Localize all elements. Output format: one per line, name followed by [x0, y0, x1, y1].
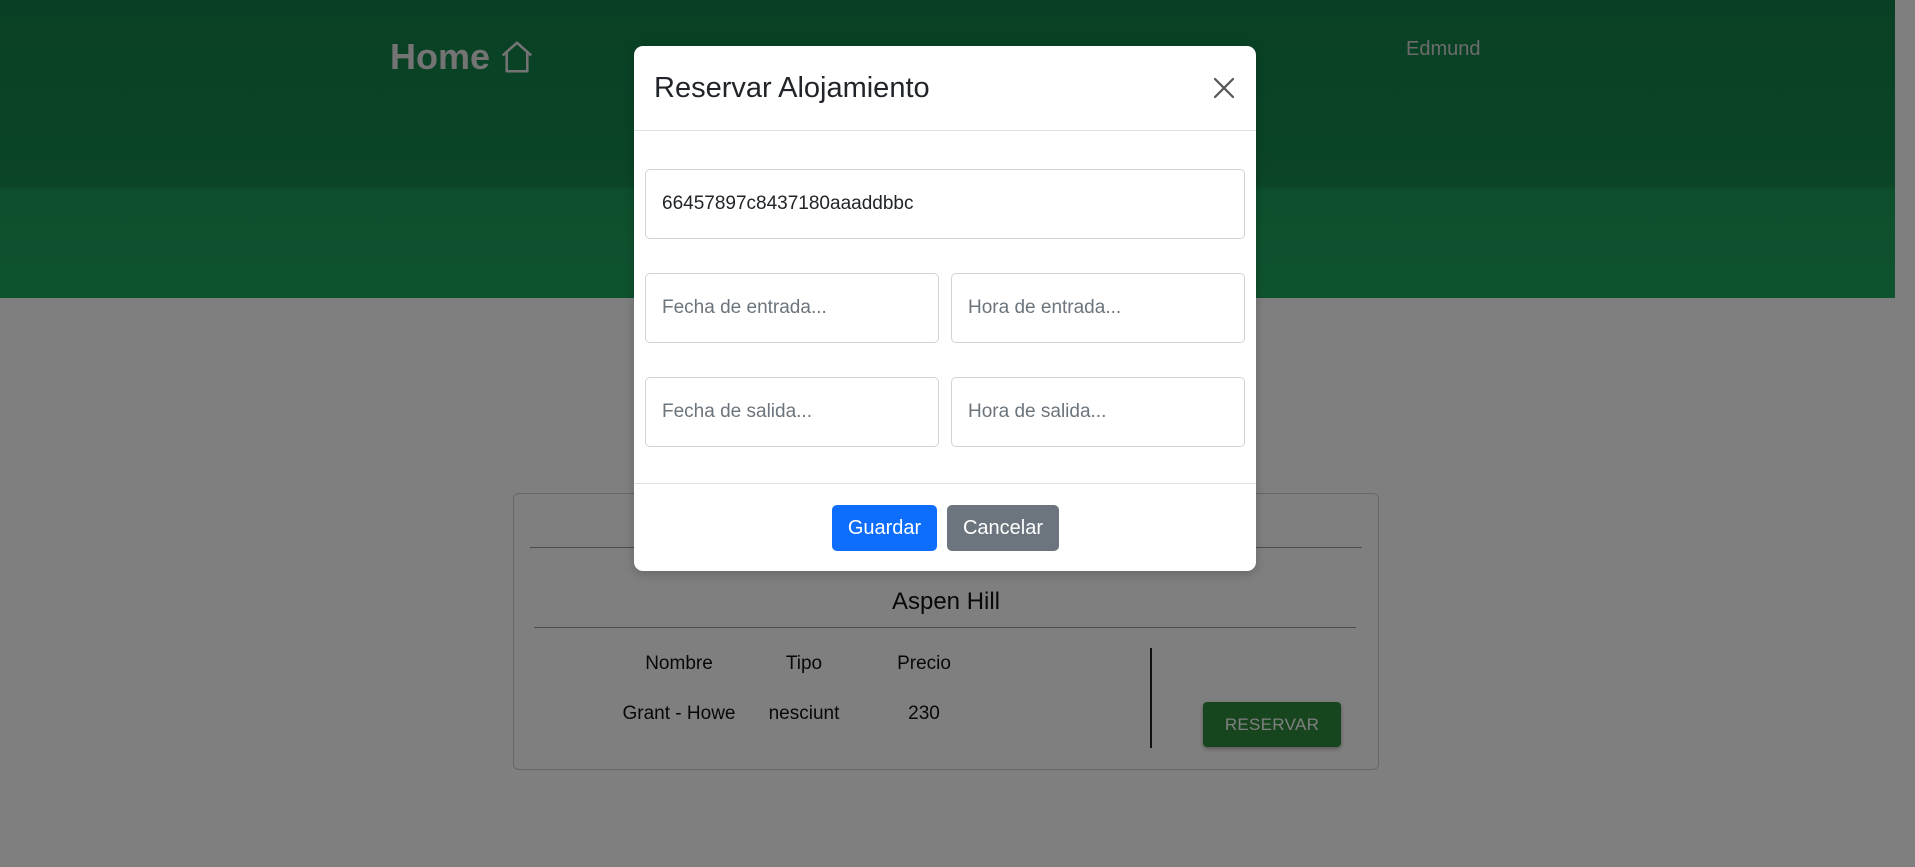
save-button[interactable]: Guardar: [832, 505, 937, 551]
check-in-date-field[interactable]: [645, 273, 939, 343]
accommodation-id-field[interactable]: [645, 169, 1245, 239]
check-out-time-field[interactable]: [951, 377, 1245, 447]
check-out-date-field[interactable]: [645, 377, 939, 447]
cancel-button[interactable]: Cancelar: [947, 505, 1059, 551]
page: Home Edmund Alojamientos en Aspen Hill A…: [0, 0, 1915, 867]
modal-title: Reservar Alojamiento: [654, 72, 930, 104]
check-in-time-field[interactable]: [951, 273, 1245, 343]
close-icon[interactable]: [1210, 74, 1238, 102]
modal-footer: Guardar Cancelar: [634, 483, 1256, 572]
modal-header: Reservar Alojamiento: [634, 46, 1256, 131]
reservation-modal: Reservar Alojamiento Guardar Cancelar: [634, 46, 1256, 571]
